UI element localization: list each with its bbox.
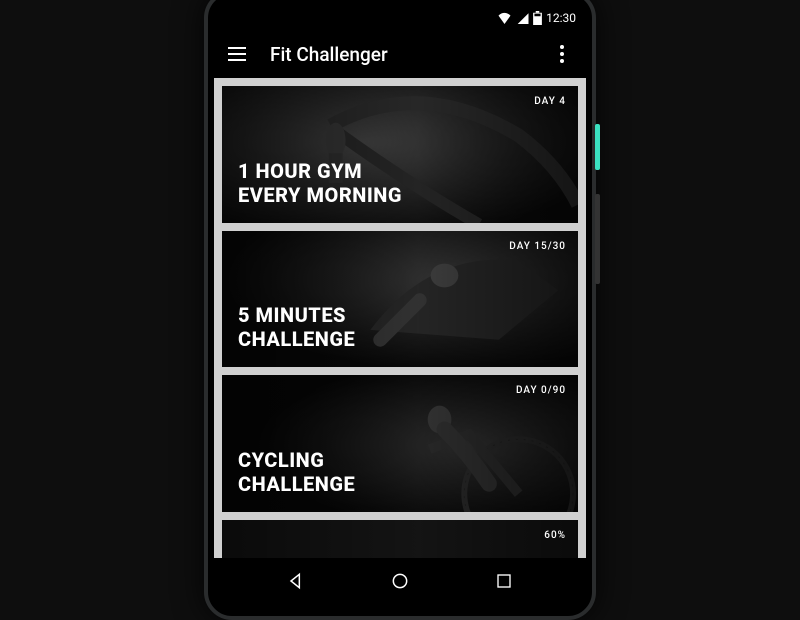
challenge-card[interactable]: DAY 4 1 HOUR GYM EVERY MORNING [222, 86, 578, 223]
challenge-card[interactable]: DAY 0/90 CYCLING CHALLENGE [222, 375, 578, 512]
screen: 12:30 Fit Challenger DAY 4 1 H [214, 6, 586, 604]
day-badge: DAY 0/90 [516, 385, 566, 396]
challenge-card[interactable]: DAY 15/30 5 MINUTES CHALLENGE [222, 231, 578, 368]
back-button[interactable] [283, 568, 309, 594]
challenge-card[interactable]: 60% [222, 520, 578, 558]
card-overlay [222, 520, 578, 558]
status-time: 12:30 [546, 11, 576, 25]
phone-frame: 12:30 Fit Challenger DAY 4 1 H [204, 0, 596, 620]
card-title: CYCLING CHALLENGE [238, 448, 355, 496]
day-badge: 60% [544, 530, 566, 541]
app-title: Fit Challenger [270, 43, 552, 66]
android-nav-bar [214, 558, 586, 604]
day-badge: DAY 4 [534, 96, 566, 107]
menu-icon[interactable] [228, 44, 248, 64]
power-button[interactable] [595, 124, 600, 170]
status-bar: 12:30 [214, 6, 586, 30]
challenge-list[interactable]: DAY 4 1 HOUR GYM EVERY MORNING DAY 15/30… [214, 78, 586, 558]
home-button[interactable] [387, 568, 413, 594]
day-badge: DAY 15/30 [509, 241, 566, 252]
signal-icon [516, 12, 529, 24]
wifi-icon [497, 12, 512, 24]
volume-button[interactable] [595, 194, 600, 284]
recents-button[interactable] [491, 568, 517, 594]
card-title: 1 HOUR GYM EVERY MORNING [238, 159, 402, 207]
card-title: 5 MINUTES CHALLENGE [238, 303, 355, 351]
battery-icon [533, 11, 542, 25]
overflow-icon[interactable] [552, 44, 572, 64]
app-bar: Fit Challenger [214, 30, 586, 78]
